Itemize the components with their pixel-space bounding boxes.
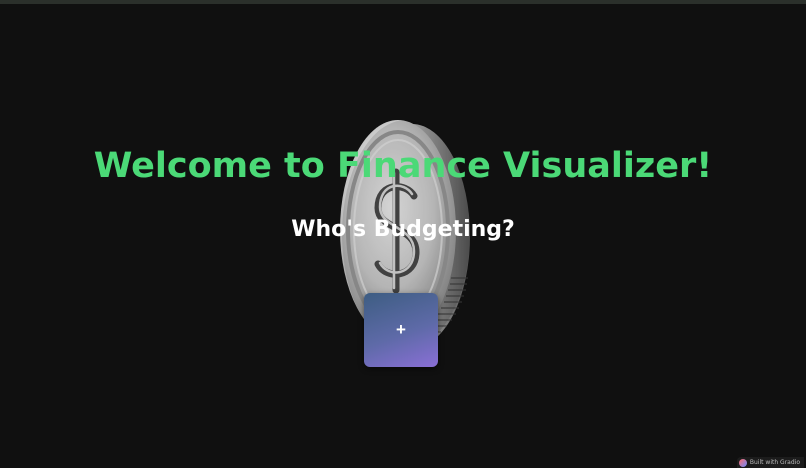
built-with-badge[interactable]: Built with Gradio	[736, 457, 804, 468]
app-screen: Welcome to Finance Visualizer! Who's Bud…	[0, 0, 806, 468]
page-title: Welcome to Finance Visualizer!	[93, 146, 713, 186]
badge-label: Built with Gradio	[749, 459, 800, 466]
top-strip	[0, 0, 806, 4]
plus-icon: +	[396, 320, 406, 339]
page-subtitle: Who's Budgeting?	[291, 217, 515, 242]
gradio-logo-icon	[738, 458, 747, 467]
add-profile-button[interactable]: +	[364, 293, 438, 367]
